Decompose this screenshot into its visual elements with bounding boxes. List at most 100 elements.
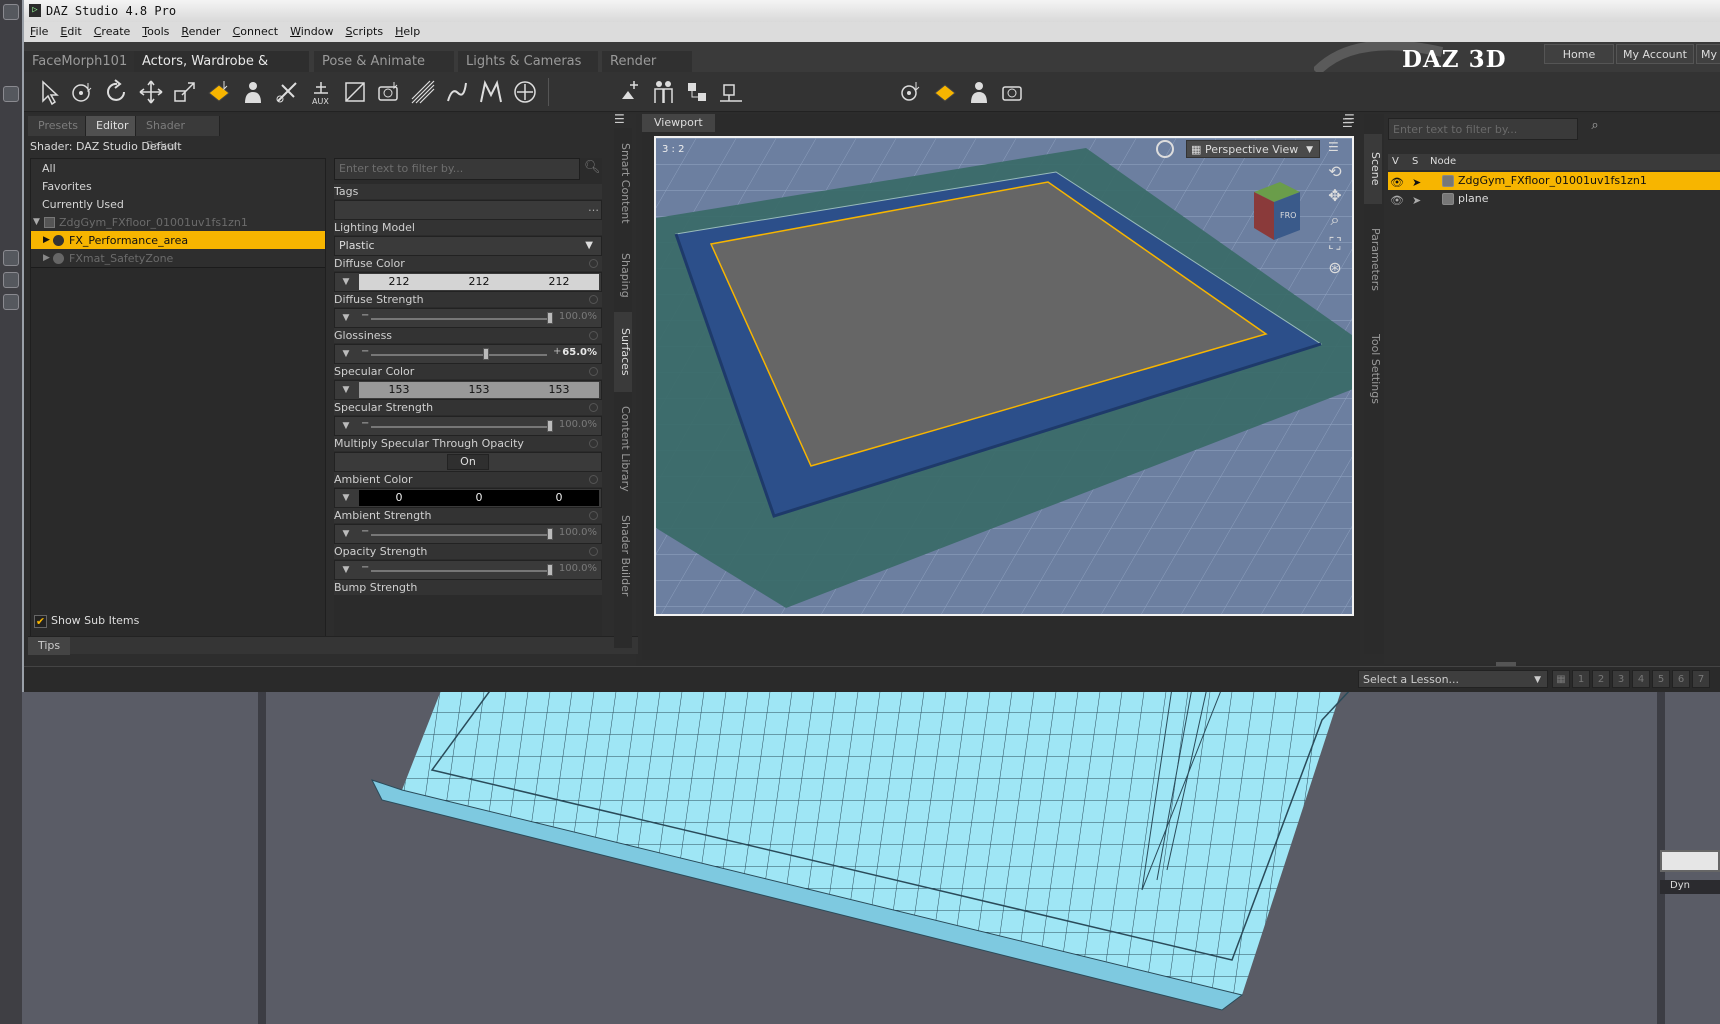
view-cube[interactable]: FRO	[1244, 178, 1308, 246]
viewport-joint-editor-icon[interactable]	[964, 77, 994, 107]
diffuse-color-swatch[interactable]: 212 212 212	[359, 274, 599, 290]
tab-viewport[interactable]: Viewport	[642, 114, 715, 132]
decrement-icon[interactable]: −	[361, 310, 369, 321]
tree-item-fxmat-safetyzone[interactable]: ▶ FXmat_SafetyZone	[31, 249, 325, 268]
select-tool-icon[interactable]	[34, 77, 64, 107]
menu-tools[interactable]: Tools	[136, 22, 175, 42]
decrement-icon[interactable]: −	[361, 418, 369, 429]
camera-tool-icon[interactable]	[374, 77, 404, 107]
menu-connect[interactable]: Connect	[227, 22, 285, 42]
ambient-strength-slider[interactable]: ▼ − 100.0%	[334, 524, 602, 544]
slider-knob[interactable]	[547, 564, 553, 576]
morph-tool-icon[interactable]	[476, 77, 506, 107]
orbit-icon[interactable]: ⟲	[1324, 162, 1346, 186]
dropdown-arrow-icon[interactable]: ▼	[335, 381, 357, 399]
dropdown-arrow-icon[interactable]: ▼	[335, 561, 357, 579]
tree-item-currently-used[interactable]: Currently Used	[31, 195, 325, 214]
tree-item-all[interactable]: All	[31, 159, 325, 178]
specular-color-control[interactable]: ▼ 153 153 153	[334, 380, 602, 400]
dropdown-arrow-icon[interactable]: ▼	[335, 525, 357, 543]
lesson-page[interactable]: 5	[1652, 670, 1670, 688]
tab-actors-wardrobe-props[interactable]: Actors, Wardrobe & Props	[134, 51, 309, 90]
glossiness-slider[interactable]: ▼ − +65.0%	[334, 344, 602, 364]
settings-icon[interactable]	[589, 511, 598, 520]
tab-lights-cameras[interactable]: Lights & Cameras	[458, 51, 598, 72]
menu-help[interactable]: Help	[389, 22, 426, 42]
my-account-button[interactable]: My Account	[1616, 44, 1694, 64]
decrement-icon[interactable]: −	[361, 346, 369, 357]
reset-view-icon[interactable]: ⊛	[1324, 258, 1346, 282]
menu-window[interactable]: Window	[284, 22, 339, 42]
tab-facemorph101[interactable]: FaceMorph101	[24, 51, 134, 72]
dropdown-arrow-icon[interactable]: ▼	[335, 345, 357, 363]
menu-create[interactable]: Create	[88, 22, 137, 42]
tab-parameters[interactable]: Parameters	[1364, 214, 1382, 304]
slider-knob[interactable]	[547, 312, 553, 324]
tab-render[interactable]: Render	[602, 51, 692, 72]
decrement-icon[interactable]: −	[361, 526, 369, 537]
surface-selection-icon[interactable]	[204, 77, 234, 107]
zoom-icon[interactable]: ⌕	[1324, 210, 1346, 234]
active-pose-icon[interactable]	[442, 77, 472, 107]
ambient-color-swatch[interactable]: 0 0 0	[359, 490, 599, 506]
slider-track[interactable]	[371, 348, 547, 360]
frame-icon[interactable]: ⛶	[1324, 234, 1346, 258]
background-field[interactable]	[1660, 850, 1720, 872]
menu-scripts[interactable]: Scripts	[339, 22, 389, 42]
tree-item-favorites[interactable]: Favorites	[31, 177, 325, 196]
tab-pose-animate[interactable]: Pose & Animate	[314, 51, 454, 72]
tab-smart-content[interactable]: Smart Content	[614, 128, 632, 238]
aux-viewport-icon[interactable]: AUX	[306, 77, 336, 107]
collapse-arrow-icon[interactable]: ▼	[33, 213, 40, 232]
lesson-page[interactable]: 6	[1672, 670, 1690, 688]
sidebar-button-icon[interactable]	[3, 250, 19, 266]
settings-icon[interactable]	[589, 331, 598, 340]
specular-strength-slider[interactable]: ▼ − 100.0%	[334, 416, 602, 436]
scale-tool-icon[interactable]	[170, 77, 200, 107]
sidebar-button-icon[interactable]	[3, 294, 19, 310]
eye-icon[interactable]: 👁︎	[1390, 192, 1404, 210]
lesson-page[interactable]: 2	[1592, 670, 1610, 688]
show-sub-items[interactable]: ✔ Show Sub Items	[34, 614, 139, 628]
tips-tab[interactable]: Tips	[28, 637, 71, 655]
settings-icon[interactable]	[589, 547, 598, 556]
slider-track[interactable]	[371, 564, 553, 576]
viewport-options-icon[interactable]: ☰	[1328, 140, 1346, 156]
cursor-icon[interactable]: ➤	[1412, 192, 1421, 210]
lighting-model-select[interactable]: Plastic ▼	[334, 236, 602, 256]
search-icon[interactable]: ⌕	[1584, 118, 1606, 140]
fit-figure-icon[interactable]	[648, 77, 678, 107]
tab-presets[interactable]: Presets	[28, 116, 86, 136]
create-primitive-icon[interactable]	[614, 77, 644, 107]
geometry-editor-icon[interactable]	[272, 77, 302, 107]
viewport-selection-icon[interactable]	[1156, 140, 1174, 158]
parent-item-icon[interactable]	[682, 77, 712, 107]
spot-render-icon[interactable]	[408, 77, 438, 107]
slider-track[interactable]	[371, 528, 553, 540]
viewport-camera-icon[interactable]	[998, 77, 1028, 107]
settings-icon[interactable]	[589, 367, 598, 376]
tags-field[interactable]: …	[334, 200, 602, 220]
tab-surfaces[interactable]: Surfaces	[614, 312, 632, 392]
slider-track[interactable]	[371, 420, 553, 432]
ambient-color-control[interactable]: ▼ 0 0 0	[334, 488, 602, 508]
tab-scene[interactable]: Scene	[1364, 134, 1382, 204]
universal-tool-icon[interactable]	[510, 77, 540, 107]
viewport-node-selection-icon[interactable]	[896, 77, 926, 107]
expand-arrow-icon[interactable]: ▶	[43, 249, 50, 268]
scene-node-row[interactable]: 👁︎ ➤ plane	[1388, 190, 1720, 208]
settings-icon[interactable]	[589, 403, 598, 412]
home-button[interactable]: Home	[1544, 44, 1614, 64]
tree-item-figure[interactable]: ▼ ZdgGym_FXfloor_01001uv1fs1zn1	[31, 213, 325, 232]
lesson-select[interactable]: Select a Lesson... ▼	[1358, 670, 1548, 688]
pane-menu-icon[interactable]: ☰	[614, 112, 625, 126]
settings-icon[interactable]	[589, 475, 598, 484]
perspective-view-select[interactable]: ▦ Perspective View ▼	[1186, 140, 1320, 158]
slider-knob[interactable]	[547, 420, 553, 432]
dropdown-arrow-icon[interactable]: ▼	[335, 489, 357, 507]
checkbox-checked-icon[interactable]: ✔	[34, 614, 47, 628]
settings-icon[interactable]	[589, 259, 598, 268]
dropdown-arrow-icon[interactable]: ▼	[335, 417, 357, 435]
more-options-icon[interactable]: …	[588, 201, 599, 214]
sidebar-button-icon[interactable]	[3, 86, 19, 102]
